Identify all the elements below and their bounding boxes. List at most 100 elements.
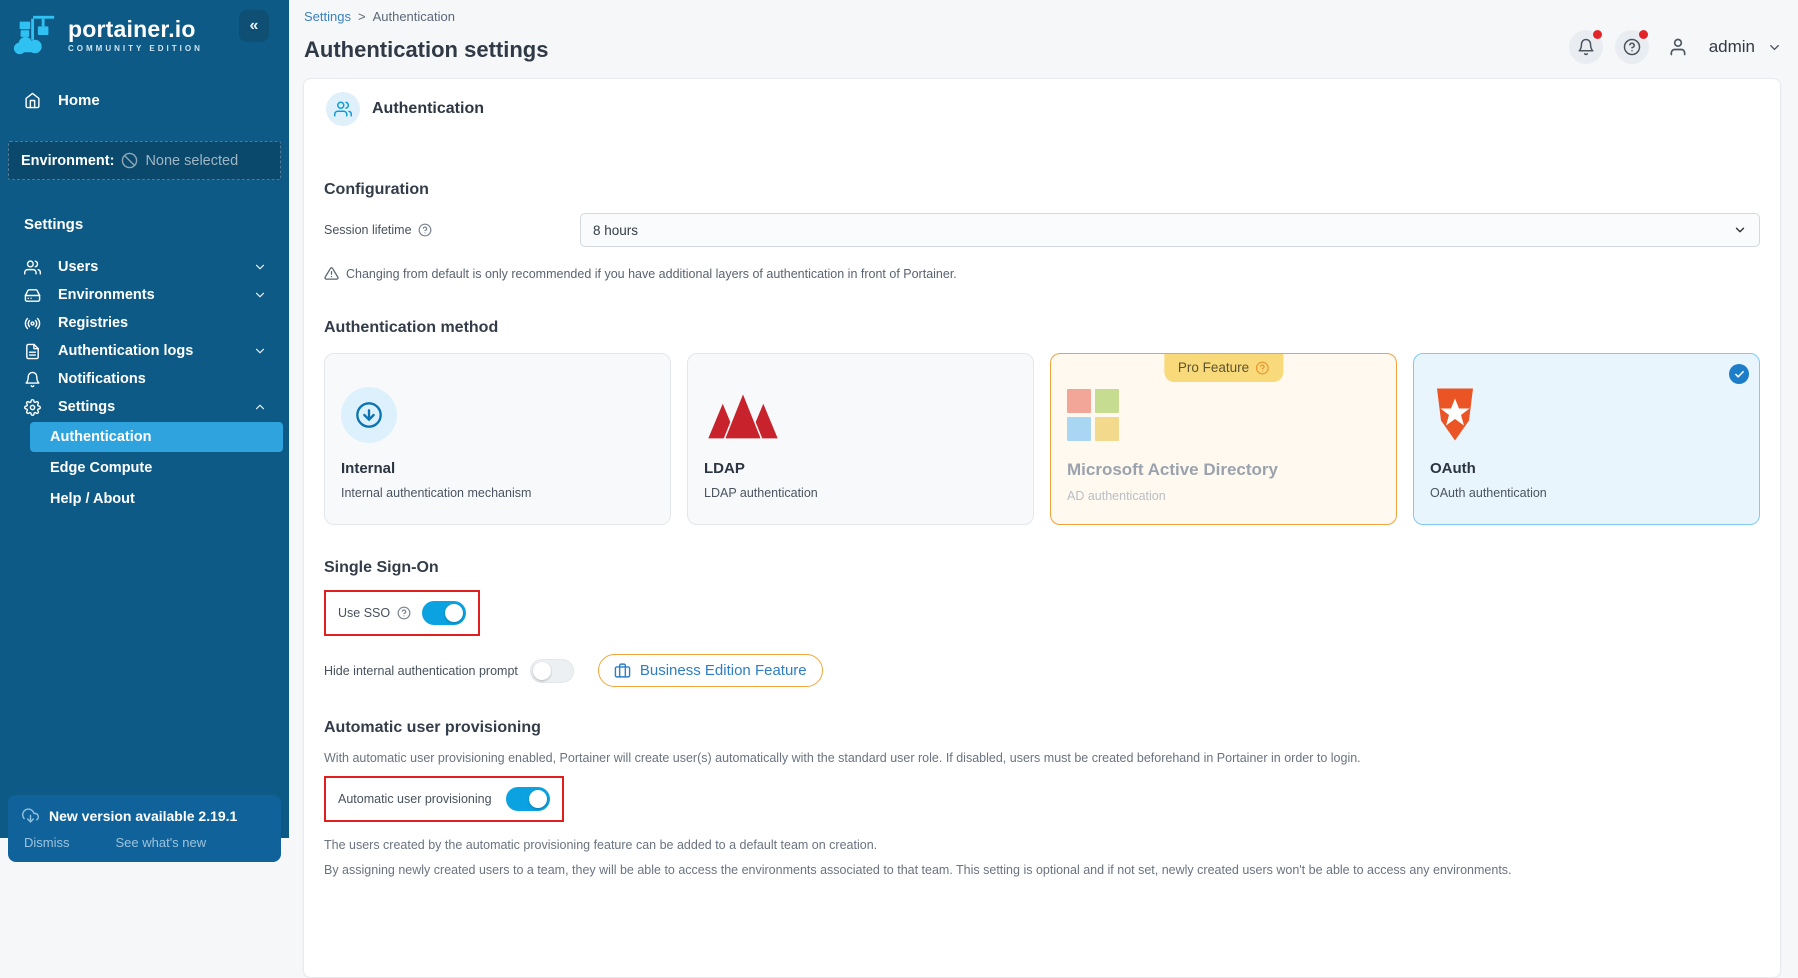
chevron-down-icon	[253, 288, 267, 302]
sidebar-collapse-button[interactable]: «	[239, 10, 269, 42]
logo[interactable]: portainer.io COMMUNITY EDITION «	[0, 0, 289, 58]
session-warning-text: Changing from default is only recommende…	[346, 267, 957, 281]
sidebar-item-label: Users	[58, 259, 98, 275]
gear-icon	[24, 399, 41, 416]
use-sso-toggle[interactable]	[422, 601, 466, 625]
download-cloud-icon	[22, 807, 39, 824]
session-lifetime-label: Session lifetime	[324, 223, 412, 237]
method-name: Microsoft Active Directory	[1067, 460, 1380, 480]
sidebar-item-authentication[interactable]: Authentication	[30, 422, 283, 452]
widget-title: Authentication	[372, 100, 484, 118]
provisioning-toggle-label: Automatic user provisioning	[338, 792, 492, 806]
breadcrumb-settings[interactable]: Settings	[304, 9, 351, 24]
username: admin	[1709, 37, 1755, 57]
method-name: Internal	[341, 460, 654, 477]
method-description: AD authentication	[1067, 489, 1380, 503]
method-card-oauth[interactable]: OAuth OAuth authentication	[1413, 353, 1760, 525]
sidebar-item-label: Registries	[58, 315, 128, 331]
breadcrumb-authentication: Authentication	[373, 9, 455, 24]
users-icon	[326, 92, 360, 126]
users-icon	[24, 259, 41, 276]
provisioning-toggle[interactable]	[506, 787, 550, 811]
app-edition: COMMUNITY EDITION	[68, 44, 203, 53]
sidebar-section-title: Settings	[0, 216, 289, 233]
configuration-heading: Configuration	[324, 181, 1760, 199]
sidebar-item-users[interactable]: Users	[0, 253, 289, 281]
version-banner-text: New version available 2.19.1	[49, 808, 237, 824]
check-icon	[1729, 364, 1749, 384]
environment-selector[interactable]: Environment: None selected	[8, 141, 281, 180]
sidebar-item-registries[interactable]: Registries	[0, 309, 289, 337]
warning-triangle-icon	[324, 266, 339, 281]
chevron-down-icon	[1733, 223, 1747, 237]
use-sso-label: Use SSO	[338, 606, 390, 620]
sidebar-item-label: Settings	[58, 399, 115, 415]
environment-label: Environment:	[21, 153, 114, 169]
file-text-icon	[24, 343, 41, 360]
portainer-logo-icon	[12, 12, 58, 58]
ban-icon	[121, 152, 138, 169]
session-lifetime-value: 8 hours	[593, 223, 638, 238]
session-lifetime-select[interactable]: 8 hours	[580, 213, 1760, 247]
pro-feature-label: Pro Feature	[1178, 360, 1249, 375]
method-description: OAuth authentication	[1430, 486, 1743, 500]
main-content: Settings > Authentication Authentication…	[289, 0, 1798, 838]
sidebar-item-environments[interactable]: Environments	[0, 281, 289, 309]
help-circle-icon	[1255, 361, 1269, 375]
method-card-ldap[interactable]: LDAP LDAP authentication	[687, 353, 1034, 525]
home-label: Home	[58, 92, 100, 109]
business-edition-label: Business Edition Feature	[640, 662, 807, 679]
annotation-box-use-sso: Use SSO	[324, 590, 480, 636]
environment-value: None selected	[145, 153, 238, 169]
sidebar: portainer.io COMMUNITY EDITION « Home En…	[0, 0, 289, 838]
sidebar-item-label: Notifications	[58, 371, 146, 387]
breadcrumb: Settings > Authentication	[304, 9, 548, 24]
whats-new-link[interactable]: See what's new	[116, 835, 207, 850]
app-title: portainer.io	[68, 16, 203, 42]
provisioning-intro: With automatic user provisioning enabled…	[324, 751, 1760, 765]
authentication-widget: Authentication Configuration Session lif…	[303, 78, 1781, 978]
broadcast-icon	[24, 315, 41, 332]
help-button[interactable]	[1615, 30, 1649, 64]
ldap-logo-icon	[704, 388, 782, 442]
auth0-logo-icon	[1430, 387, 1480, 443]
annotation-box-provisioning: Automatic user provisioning	[324, 776, 564, 822]
breadcrumb-separator: >	[358, 9, 366, 24]
notification-badge	[1593, 30, 1602, 39]
sidebar-item-notifications[interactable]: Notifications	[0, 365, 289, 393]
microsoft-logo-icon	[1067, 389, 1119, 441]
method-description: Internal authentication mechanism	[341, 486, 654, 500]
chevron-down-icon[interactable]	[1767, 40, 1782, 55]
hide-prompt-label: Hide internal authentication prompt	[324, 664, 518, 678]
sidebar-item-label: Authentication logs	[58, 343, 193, 359]
sidebar-item-home[interactable]: Home	[0, 84, 289, 117]
user-menu-button[interactable]	[1661, 30, 1695, 64]
business-edition-badge[interactable]: Business Edition Feature	[598, 654, 823, 687]
method-description: LDAP authentication	[704, 486, 1017, 500]
page-title: Authentication settings	[304, 37, 548, 63]
notifications-button[interactable]	[1569, 30, 1603, 64]
sidebar-item-authentication-logs[interactable]: Authentication logs	[0, 337, 289, 365]
sso-heading: Single Sign-On	[324, 559, 1760, 577]
chevron-down-icon	[253, 260, 267, 274]
sidebar-item-help-about[interactable]: Help / About	[30, 484, 283, 514]
method-card-internal[interactable]: Internal Internal authentication mechani…	[324, 353, 671, 525]
method-card-active-directory[interactable]: Pro Feature Microsoft Active Directory A…	[1050, 353, 1397, 525]
user-icon	[1668, 37, 1688, 57]
provisioning-note-access: By assigning newly created users to a te…	[324, 863, 1760, 877]
server-icon	[24, 287, 41, 304]
provisioning-heading: Automatic user provisioning	[324, 719, 1760, 737]
chevron-down-icon	[253, 344, 267, 358]
hide-prompt-toggle[interactable]	[530, 659, 574, 683]
method-name: LDAP	[704, 460, 1017, 477]
sidebar-item-edge-compute[interactable]: Edge Compute	[30, 453, 283, 483]
home-icon	[24, 92, 41, 109]
dismiss-link[interactable]: Dismiss	[24, 835, 70, 850]
sidebar-item-settings[interactable]: Settings	[0, 393, 289, 421]
help-circle-icon	[397, 606, 411, 620]
bell-icon	[24, 371, 41, 388]
help-circle-icon	[1623, 38, 1641, 56]
method-name: OAuth	[1430, 460, 1743, 477]
sidebar-item-label: Help / About	[50, 491, 135, 507]
auth-method-heading: Authentication method	[324, 319, 1760, 337]
